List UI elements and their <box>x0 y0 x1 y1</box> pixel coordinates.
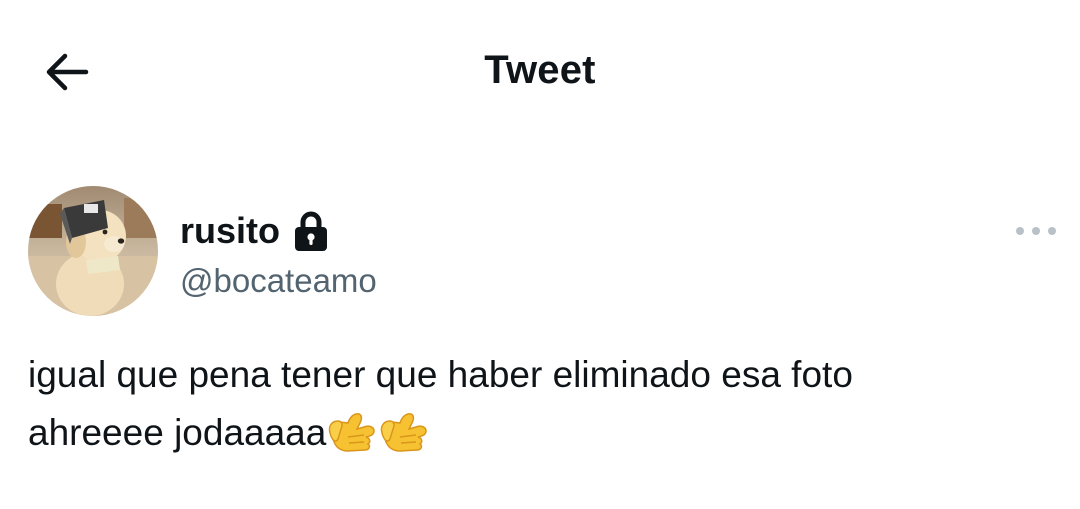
call-me-hand-emoji-icon <box>326 405 378 455</box>
lock-icon <box>292 210 330 252</box>
top-bar: Tweet <box>0 0 1080 140</box>
avatar[interactable] <box>28 186 158 316</box>
page-title: Tweet <box>484 48 596 92</box>
tweet-text: igual que pena tener que haber eliminado… <box>28 346 1048 462</box>
tweet-text-line-2: ahreeee jodaaaaa <box>28 404 1048 462</box>
user-handle[interactable]: @bocateamo <box>180 258 377 304</box>
more-options-button[interactable] <box>1014 216 1058 246</box>
display-name-row: rusito <box>180 206 330 256</box>
call-me-hand-emoji-icon <box>378 405 430 455</box>
tweet-author: rusito @bocateamo <box>28 186 1058 322</box>
tweet-text-line-1: igual que pena tener que haber eliminado… <box>28 354 853 395</box>
display-name[interactable]: rusito <box>180 206 280 256</box>
tweet-text-line-2-text: ahreeee jodaaaaa <box>28 412 327 453</box>
dog-avatar-image <box>28 186 158 316</box>
more-horizontal-icon <box>1016 227 1056 235</box>
